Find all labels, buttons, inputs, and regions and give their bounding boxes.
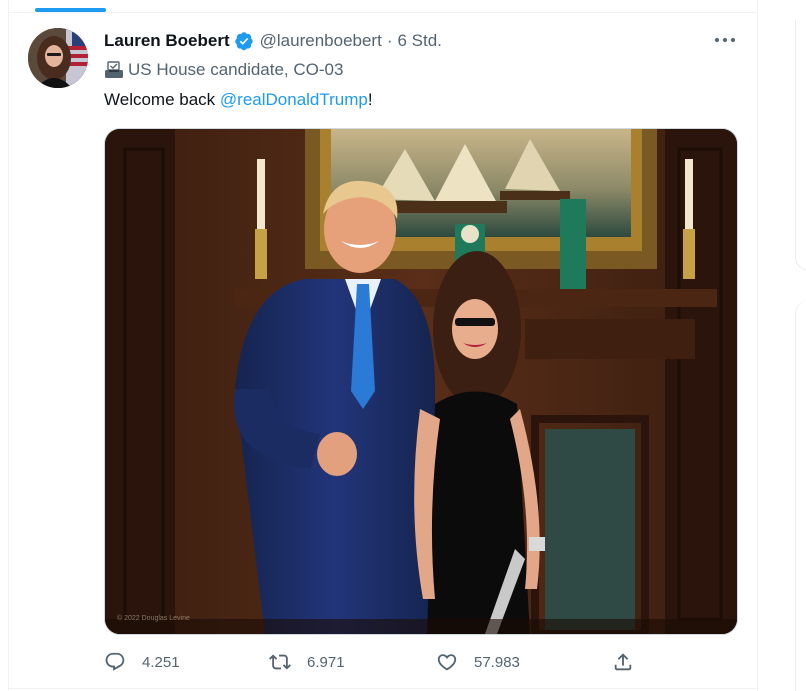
sidebar-card (795, 300, 806, 691)
tweet-text-suffix: ! (367, 90, 373, 109)
ballot-box-icon (105, 61, 123, 78)
verified-badge-icon (234, 31, 254, 51)
like-button[interactable]: 57.983 (436, 648, 520, 676)
author-display-name[interactable]: Lauren Boebert (104, 31, 230, 51)
tweet-image: © 2022 Douglas Levine (105, 129, 737, 634)
retweet-button[interactable]: 6.971 (269, 648, 345, 676)
column-border-left (8, 0, 9, 691)
retweet-icon (269, 654, 291, 670)
tweet-photo[interactable]: © 2022 Douglas Levine (104, 128, 738, 635)
share-button[interactable] (612, 648, 650, 676)
bio-text: US House candidate, CO-03 (128, 60, 344, 79)
sidebar-card (795, 20, 806, 271)
heart-icon (437, 654, 457, 671)
author-handle[interactable]: @laurenboebert (260, 31, 382, 51)
more-options-button[interactable] (712, 30, 738, 50)
divider (8, 12, 758, 13)
column-border-right (757, 0, 758, 691)
author-bio: US House candidate, CO-03 (104, 59, 343, 81)
tweet-text-prefix: Welcome back (104, 90, 220, 109)
more-horizontal-icon (715, 38, 735, 42)
mention-link[interactable]: @realDonaldTrump (220, 90, 368, 109)
divider (8, 688, 758, 689)
reply-count: 4.251 (142, 653, 180, 671)
profile-photo-icon (28, 28, 88, 88)
like-count: 57.983 (474, 653, 520, 671)
timestamp[interactable]: 6 Std. (397, 31, 441, 51)
separator: · (386, 31, 393, 50)
tweet-text: Welcome back @realDonaldTrump! (104, 90, 373, 110)
tweet-actions: 4.251 6.971 57.983 (104, 648, 736, 676)
reply-button[interactable]: 4.251 (104, 648, 180, 676)
tweet-header: Lauren Boebert @laurenboebert · 6 Std. (104, 29, 442, 53)
share-icon (614, 653, 632, 671)
reply-icon (105, 652, 125, 671)
timeline-view: Lauren Boebert @laurenboebert · 6 Std. U… (0, 0, 806, 691)
retweet-count: 6.971 (307, 653, 345, 671)
avatar[interactable] (28, 28, 88, 88)
photo-watermark: © 2022 Douglas Levine (117, 614, 190, 622)
